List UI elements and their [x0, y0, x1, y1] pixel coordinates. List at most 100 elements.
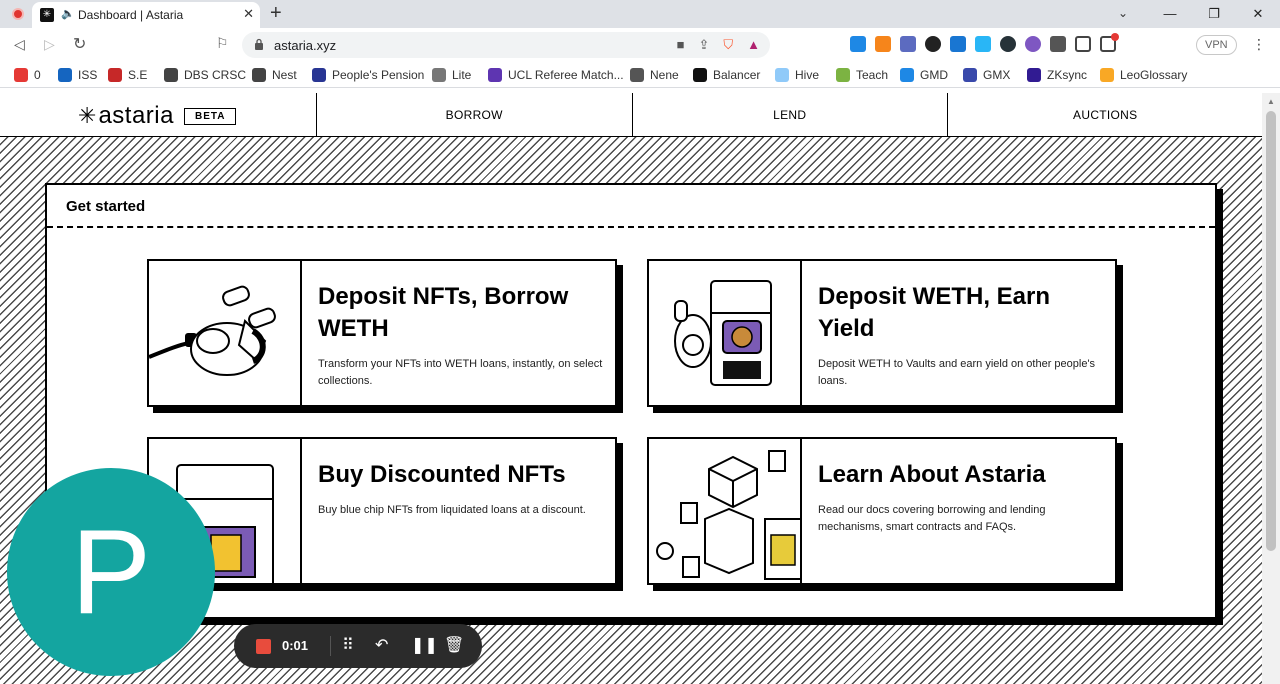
brave-rewards-icon[interactable]: ▲ [747, 37, 760, 53]
bookmark-icon[interactable]: ⚐ [216, 35, 229, 52]
bookmark-item[interactable]: LeoGlossary [1100, 68, 1187, 82]
trash-icon[interactable]: 🗑 [444, 635, 464, 655]
bookmark-item[interactable]: ISS [58, 68, 97, 82]
sidebar-icon[interactable] [1075, 36, 1091, 52]
window-close-icon[interactable]: ✕ [1236, 0, 1280, 28]
card-description: Deposit WETH to Vaults and earn yield on… [818, 358, 1096, 387]
lock-icon [255, 38, 263, 50]
card-description: Read our docs covering borrowing and len… [818, 504, 1046, 533]
reload-icon[interactable]: ↻ [73, 34, 86, 54]
scroll-thumb[interactable] [1266, 111, 1276, 551]
bookmark-item[interactable]: UCL Referee Match... [488, 68, 624, 82]
bookmark-label: GMD [920, 68, 948, 82]
grid-icon[interactable]: ⠿ [342, 635, 354, 655]
back-icon[interactable]: ◁ [14, 36, 25, 53]
chart-icon [14, 68, 28, 82]
bookmark-label: Lite [452, 68, 472, 82]
bookmark-item[interactable]: DBS CRSC [164, 68, 246, 82]
se-icon [108, 68, 122, 82]
extension-c-icon[interactable] [1000, 36, 1016, 52]
restore-icon[interactable]: ❐ [1192, 0, 1236, 28]
window-controls: — ❐ ✕ [1148, 0, 1280, 28]
bookmark-item[interactable]: People's Pension [312, 68, 424, 82]
extension-p-icon[interactable] [850, 36, 866, 52]
bookmark-label: Nene [650, 68, 679, 82]
bookmark-label: S.E [128, 68, 148, 82]
bookmark-item[interactable]: Teach [836, 68, 888, 82]
nav-borrow[interactable]: BORROW [316, 93, 632, 137]
bookmark-label: Teach [856, 68, 889, 82]
extension-arrow-icon[interactable] [900, 36, 916, 52]
bookmark-label: Balancer [713, 68, 761, 82]
extensions-puzzle-icon[interactable] [1050, 36, 1066, 52]
hive-icon [775, 68, 789, 82]
close-tab-icon[interactable]: ✕ [243, 6, 254, 22]
astaria-favicon-icon: ✳ [40, 8, 54, 22]
astaria-logo[interactable]: ✳ astaria BETA [78, 102, 237, 130]
page-scrollbar[interactable]: ▲ [1262, 93, 1280, 684]
card-learn-illustration [649, 439, 802, 583]
bookmark-label: Hive [795, 68, 820, 82]
forward-icon[interactable]: ▷ [44, 36, 55, 53]
stop-recording-button[interactable] [256, 639, 271, 654]
new-tab-icon[interactable]: + [270, 3, 282, 23]
address-bar[interactable]: astaria.xyz ■ ⇪ ⛉ ▲ [242, 32, 770, 58]
camera-icon[interactable]: ■ [677, 37, 685, 53]
vpn-button[interactable]: VPN [1196, 35, 1237, 55]
extension-shield-icon[interactable] [950, 36, 966, 52]
extension-dark-icon[interactable] [925, 36, 941, 52]
panel-heading: Get started [47, 185, 1215, 228]
card-learn[interactable]: Learn About Astaria Read our docs coveri… [647, 437, 1117, 585]
extensions-row [850, 33, 1119, 52]
pension-icon [312, 68, 326, 82]
card-borrow-illustration [149, 261, 302, 405]
avatar: P [7, 468, 215, 676]
card-description: Buy blue chip NFTs from liquidated loans… [318, 504, 586, 516]
nav-auctions[interactable]: AUCTIONS [947, 93, 1262, 137]
bookmark-label: Nest [272, 68, 297, 82]
browser-tab[interactable]: ✳ 🔈 Dashboard | Astaria ✕ [32, 2, 260, 28]
bookmark-item[interactable]: Balancer [693, 68, 760, 82]
card-lend[interactable]: Deposit WETH, Earn Yield Deposit WETH to… [647, 259, 1117, 407]
nav-lend[interactable]: LEND [631, 93, 948, 137]
bookmark-item[interactable]: Hive [775, 68, 819, 82]
recording-timer: 0:01 [282, 638, 309, 653]
menu-icon[interactable]: ⋮ [1252, 36, 1266, 53]
scroll-up-icon[interactable]: ▲ [1267, 97, 1275, 106]
nene-icon [630, 68, 644, 82]
extension-od-icon[interactable] [975, 36, 991, 52]
card-title: Deposit WETH, Earn Yield [818, 283, 1051, 342]
site-header: ✳ astaria BETA BORROW LEND AUCTIONS [0, 93, 1262, 137]
bookmark-item[interactable]: S.E [108, 68, 147, 82]
bookmark-item[interactable]: ZKsync [1027, 68, 1087, 82]
recorder-divider [330, 636, 331, 656]
beta-badge: BETA [183, 107, 237, 125]
speaker-icon[interactable]: 🔈 [61, 7, 75, 20]
wallet-icon[interactable] [1100, 33, 1119, 52]
bookmark-item[interactable]: Nene [630, 68, 679, 82]
card-auctions[interactable]: Buy Discounted NFTs Buy blue chip NFTs f… [147, 437, 617, 585]
card-title: Learn About Astaria [818, 461, 1046, 488]
recording-indicator-icon [12, 8, 24, 20]
bookmark-item[interactable]: GMD [900, 68, 948, 82]
bookmark-item[interactable]: Nest [252, 68, 297, 82]
bookmark-item[interactable]: 0 [14, 68, 41, 82]
logo-text: astaria [98, 102, 174, 129]
pause-icon[interactable]: ❚❚ [411, 635, 438, 655]
browser-tabbar: ✳ 🔈 Dashboard | Astaria ✕ + ⌄ — ❐ ✕ [0, 0, 1280, 28]
extension-gear-icon[interactable] [1025, 36, 1041, 52]
card-title: Buy Discounted NFTs [318, 461, 566, 488]
bookmark-item[interactable]: Lite [432, 68, 471, 82]
bookmark-item[interactable]: GMX [963, 68, 1010, 82]
share-icon[interactable]: ⇪ [698, 37, 709, 53]
tab-search-chevron-icon[interactable]: ⌄ [1118, 6, 1128, 20]
teach-icon [836, 68, 850, 82]
url-text[interactable]: astaria.xyz [274, 38, 336, 53]
card-borrow[interactable]: Deposit NFTs, Borrow WETH Transform your… [147, 259, 617, 407]
card-description: Transform your NFTs into WETH loans, ins… [318, 358, 603, 387]
brave-shield-icon[interactable]: ⛉ [723, 37, 733, 53]
undo-icon[interactable]: ↶ [375, 635, 388, 655]
bookmark-label: People's Pension [332, 68, 425, 82]
metamask-icon[interactable] [875, 36, 891, 52]
minimize-icon[interactable]: — [1148, 0, 1192, 28]
